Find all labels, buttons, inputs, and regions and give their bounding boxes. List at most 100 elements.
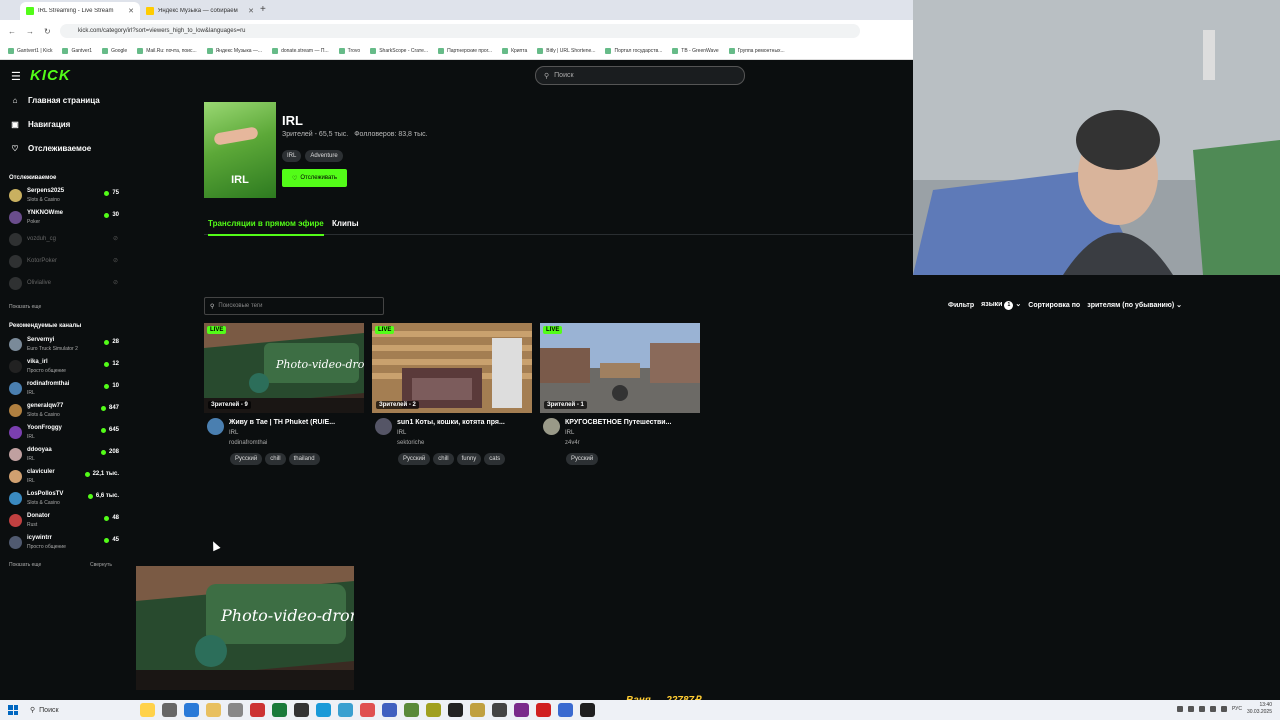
app-icon[interactable] (470, 703, 485, 717)
sidebar-channel[interactable]: vozduh_cg ⊘ (9, 230, 121, 250)
tab-clips[interactable]: Клипы (332, 219, 359, 228)
stream-tag[interactable]: Русский (566, 453, 599, 465)
stream-card[interactable]: Photo-video-drone LIVE Зрителей - 9 Живу… (204, 323, 364, 473)
stream-tag[interactable]: funny (456, 453, 482, 465)
bookmark-item[interactable]: Партнерские прог... (438, 47, 492, 54)
sort-dropdown[interactable]: зрителям (по убыванию) ⌄ (1087, 301, 1182, 309)
search-input[interactable]: ⚲ Поиск (535, 66, 745, 85)
app-icon[interactable] (492, 703, 507, 717)
stream-tag[interactable]: chill (265, 453, 286, 465)
stream-category[interactable]: IRL (565, 430, 574, 436)
tray-icon[interactable] (1209, 706, 1216, 712)
app-icon[interactable] (426, 703, 441, 717)
stream-tag[interactable]: thailand (288, 453, 320, 465)
sidebar-channel[interactable]: YoonFroggy IRL 645 (9, 423, 121, 443)
sidebar-channel[interactable]: Donator Rust 48 (9, 511, 121, 531)
stream-preview-popup[interactable]: Photo-video-drone (136, 566, 354, 690)
stream-thumbnail[interactable]: LIVE Зрителей - 1 (540, 323, 700, 413)
category-tag[interactable]: IRL (282, 150, 302, 162)
avatar[interactable] (543, 418, 560, 435)
chrome-icon[interactable] (360, 703, 375, 717)
browser-tab-kick[interactable]: IRL Streaming - Live Stream ✕ (20, 2, 140, 20)
bookmark-item[interactable]: Портал государств... (605, 47, 662, 54)
explorer-icon[interactable] (206, 703, 221, 717)
stream-card[interactable]: LIVE Зрителей - 1 КРУГОСВЕТНОЕ Путешеств… (540, 323, 700, 473)
app-icon[interactable] (382, 703, 397, 717)
follow-button[interactable]: ♡ Отслеживать (282, 169, 347, 187)
browser-tab-yandex-music[interactable]: Яндекс Музыка — собираем ✕ (140, 2, 260, 20)
bookmark-item[interactable]: TB - GreenWave (672, 47, 719, 54)
task-view-icon[interactable] (162, 703, 177, 717)
telegram-icon[interactable] (338, 703, 353, 717)
copilot-icon[interactable] (140, 703, 155, 717)
sidebar-channel[interactable]: LosPollosTV Slots & Casino 6,6 тыс. (9, 489, 121, 509)
sidebar-channel[interactable]: KotorPoker ⊘ (9, 252, 121, 272)
close-icon[interactable]: ✕ (128, 7, 134, 15)
show-more-recommended-link[interactable]: Показать еще (9, 562, 41, 568)
app-icon[interactable] (316, 703, 331, 717)
sidebar-channel[interactable]: YNKNOWme Poker 30 (9, 208, 121, 228)
app-icon[interactable] (272, 703, 287, 717)
stream-title[interactable]: КРУГОСВЕТНОЕ Путешестви... (565, 419, 700, 426)
kick-logo[interactable]: KICK (30, 67, 71, 84)
bookmark-item[interactable]: Яндекс Музыка —... (206, 47, 262, 54)
reload-icon[interactable]: ↻ (44, 27, 51, 36)
bookmark-item[interactable]: Группа ремонтных... (728, 47, 785, 54)
menu-icon[interactable]: ☰ (11, 70, 21, 83)
bookmark-item[interactable]: Google (102, 47, 127, 54)
app-icon[interactable] (294, 703, 309, 717)
bookmark-item[interactable]: Mail.Ru: почта, поис... (137, 47, 197, 54)
sidebar-channel[interactable]: Serpens2025 Slots & Casino 75 (9, 186, 121, 206)
bookmark-item[interactable]: SharkScope - Сгате... (370, 47, 428, 54)
filter-label[interactable]: Фильтр (948, 302, 974, 309)
close-icon[interactable]: ✕ (248, 7, 254, 15)
avatar[interactable] (207, 418, 224, 435)
bookmark-item[interactable]: Trovo (338, 47, 360, 54)
sidebar-channel[interactable]: claviculer IRL 22,1 тыс. (9, 467, 121, 487)
stream-username[interactable]: sektoriche (397, 440, 424, 446)
stream-tag[interactable]: Русский (230, 453, 263, 465)
back-icon[interactable]: ← (8, 27, 16, 36)
app-icon[interactable] (558, 703, 573, 717)
bookmark-item[interactable]: Крипта (502, 47, 527, 54)
tray-icon[interactable] (1187, 706, 1194, 712)
app-icon[interactable] (228, 703, 243, 717)
languages-dropdown[interactable]: языки 1 ⌄ (981, 300, 1021, 310)
app-icon[interactable] (448, 703, 463, 717)
bookmark-item[interactable]: Gantvert1 | Kick (8, 47, 52, 54)
forward-icon[interactable]: → (26, 27, 34, 36)
sidebar-channel[interactable]: Olivialive ⊘ (9, 274, 121, 294)
sidebar-item-home[interactable]: ⌂ Главная страница (10, 96, 100, 105)
sidebar-channel[interactable]: vika_irl Просто общение 12 (9, 357, 121, 377)
stream-tag[interactable]: cats (484, 453, 506, 465)
sidebar-channel[interactable]: ddooyaa IRL 208 (9, 445, 121, 465)
windows-start-icon[interactable] (8, 705, 18, 715)
bookmark-item[interactable]: donate.stream — П... (272, 47, 329, 54)
stream-title[interactable]: Живу в Тае | TH Phuket (RU/E... (229, 419, 364, 426)
tag-search-input[interactable]: ⚲ Поисковые теги (204, 297, 384, 315)
tab-live-streams[interactable]: Трансляции в прямом эфире (208, 219, 324, 236)
edge-icon[interactable] (184, 703, 199, 717)
stream-category[interactable]: IRL (229, 430, 238, 436)
sidebar-channel[interactable]: rodinafromthai IRL 10 (9, 379, 121, 399)
sidebar-channel[interactable]: generalqw77 Slots & Casino 847 (9, 401, 121, 421)
collapse-link[interactable]: Свернуть (90, 562, 112, 568)
sidebar-item-following[interactable]: ♡ Отслеживаемое (10, 144, 91, 153)
tray-icon[interactable] (1220, 706, 1227, 712)
app-icon[interactable] (580, 703, 595, 717)
taskbar-search[interactable]: ⚲ Поиск (26, 703, 131, 717)
show-more-following-link[interactable]: Показать еще (9, 304, 41, 310)
tray-icon[interactable] (1176, 706, 1183, 712)
app-icon[interactable] (404, 703, 419, 717)
bookmark-item[interactable]: Bitly | URL Shortene... (537, 47, 595, 54)
app-icon[interactable] (514, 703, 529, 717)
stream-card[interactable]: LIVE Зрителей - 2 sun1 Коты, кошки, котя… (372, 323, 532, 473)
yandex-icon[interactable] (536, 703, 551, 717)
bookmark-item[interactable]: Gantver1 (62, 47, 92, 54)
tray-icon[interactable] (1198, 706, 1205, 712)
stream-username[interactable]: z4v4r (565, 440, 580, 446)
stream-thumbnail[interactable]: Photo-video-drone LIVE Зрителей - 9 (204, 323, 364, 413)
sidebar-item-browse[interactable]: ▣ Навигация (10, 120, 70, 129)
clock[interactable]: 13:40 30.03.2025 (1247, 702, 1272, 716)
stream-tag[interactable]: Русский (398, 453, 431, 465)
